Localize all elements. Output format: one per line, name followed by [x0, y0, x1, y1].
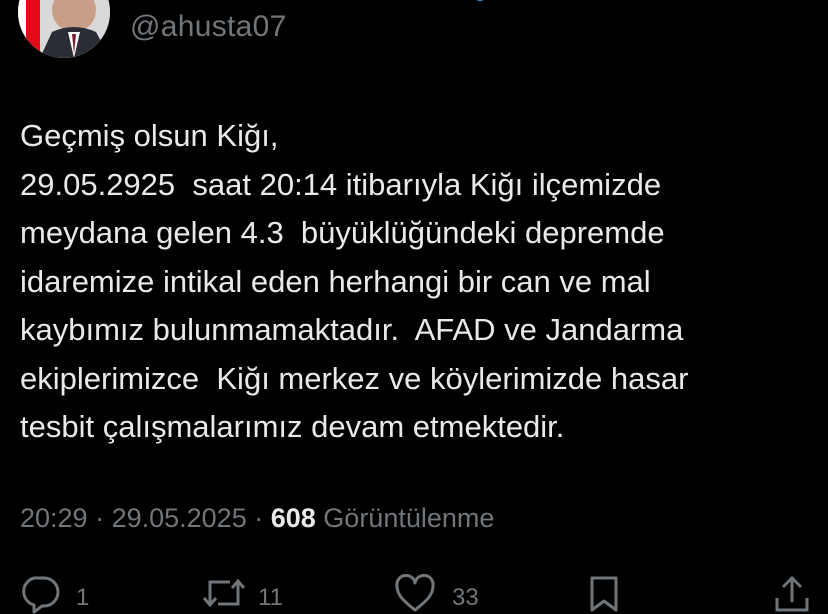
- profile-photo-icon: [18, 0, 110, 58]
- tweet-text: Geçmiş olsun Kiğı, 29.05.2925 saat 20:14…: [20, 112, 810, 452]
- tweet-line: Geçmiş olsun Kiğı,: [20, 118, 279, 153]
- like-count: 33: [452, 584, 479, 611]
- tweet-line: tesbit çalışmalarımız devam etmektedir.: [20, 409, 565, 444]
- avatar[interactable]: [18, 0, 110, 58]
- tweet-line: kaybımız bulunmamaktadır. AFAD ve Jandar…: [20, 312, 684, 347]
- tweet-line: idaremize intikal eden herhangi bir can …: [20, 263, 651, 299]
- views-label: Görüntülenme: [323, 503, 495, 533]
- meta-separator: ·: [87, 503, 112, 533]
- retweet-count: 11: [258, 584, 283, 611]
- user-handle[interactable]: @ahusta07: [130, 10, 287, 44]
- action-bar: 1 11 33: [0, 560, 828, 614]
- tweet-meta: 20:29 · 29.05.2025 · 608 Görüntülenme: [20, 503, 494, 534]
- tweet-date[interactable]: 29.05.2025: [112, 503, 247, 533]
- bookmark-icon: [590, 576, 618, 612]
- meta-separator: ·: [246, 503, 271, 533]
- reply-icon: [22, 576, 60, 614]
- views-count[interactable]: 608: [271, 503, 316, 533]
- display-name-stub: [130, 0, 490, 4]
- tweet-header: @ahusta07: [0, 0, 828, 60]
- tweet-time[interactable]: 20:29: [20, 503, 88, 533]
- share-icon: [775, 575, 809, 612]
- tweet-line: meydana gelen 4.3 büyüklüğündeki depremd…: [20, 215, 665, 250]
- reply-count: 1: [76, 584, 90, 611]
- tweet-line: 29.05.2925 saat 20:14 itibarıyla Kiğı il…: [20, 166, 662, 202]
- heart-icon: [395, 574, 435, 612]
- tweet-line: ekiplerimizce Kiğı merkez ve köylerimizd…: [20, 360, 689, 396]
- retweet-icon: [202, 578, 246, 608]
